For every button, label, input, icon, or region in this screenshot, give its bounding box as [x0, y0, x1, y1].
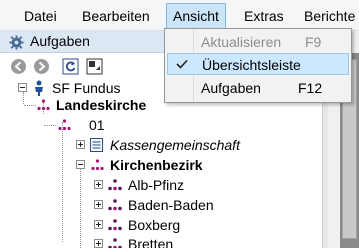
- collapse-toggle[interactable]: [76, 160, 85, 169]
- refresh-icon[interactable]: [62, 58, 79, 75]
- menu-bar: Datei Bearbeiten Ansicht Extras Berichte: [0, 0, 359, 31]
- menu-bearbeiten[interactable]: Bearbeiten: [82, 3, 150, 29]
- tree-line: [24, 105, 36, 106]
- tree-node-label: Kirchenbezirk: [110, 157, 203, 173]
- menu-item-label: Übersichtsleiste: [202, 57, 301, 73]
- group-icon: [108, 179, 122, 191]
- gear-icon: [9, 35, 24, 50]
- menu-item-label: Aktualisieren: [201, 34, 282, 50]
- menu-item-shortcut: F12: [298, 80, 323, 96]
- menu-datei[interactable]: Datei: [24, 3, 57, 29]
- tree-node[interactable]: 01: [0, 115, 320, 135]
- tree-node[interactable]: Boxberg: [0, 215, 320, 235]
- tree-line: [44, 125, 56, 126]
- back-arrow-icon[interactable]: [10, 58, 27, 75]
- tree-node-label: 01: [89, 117, 105, 133]
- checkmark-icon: [176, 59, 188, 69]
- expand-toggle[interactable]: [94, 180, 103, 189]
- menu-extras[interactable]: Extras: [244, 3, 284, 29]
- collapse-toggle[interactable]: [18, 83, 27, 92]
- org-node-icon: [58, 119, 71, 131]
- menu-item-shortcut: F9: [305, 34, 322, 50]
- menu-item-aktualisieren[interactable]: Aktualisieren F9: [167, 31, 349, 53]
- tree-node-label: Kassengemeinschaft: [110, 137, 240, 153]
- menu-berichte[interactable]: Berichte: [304, 3, 355, 29]
- expand-toggle[interactable]: [94, 220, 103, 229]
- document-icon: [90, 138, 103, 152]
- forward-arrow-icon[interactable]: [33, 58, 50, 75]
- org-node-icon: [37, 99, 50, 111]
- tree-node-label: Baden-Baden: [128, 197, 214, 213]
- tree-node[interactable]: Baden-Baden: [0, 195, 320, 215]
- tree-node[interactable]: Kassengemeinschaft: [0, 135, 320, 155]
- group-icon: [108, 219, 122, 231]
- org-node-icon: [91, 159, 104, 171]
- menu-ansicht[interactable]: Ansicht: [166, 3, 226, 29]
- expand-toggle[interactable]: [94, 200, 103, 209]
- menu-item-uebersichtsleiste[interactable]: Übersichtsleiste: [167, 53, 349, 75]
- tree-node-label: Bretten: [128, 236, 174, 248]
- tree-node[interactable]: Alb-Pfinz: [0, 175, 320, 195]
- tree-node-label: Boxberg: [128, 217, 181, 233]
- layout-icon[interactable]: [86, 58, 103, 75]
- pane-title: Aufgaben: [30, 33, 90, 49]
- root-person-icon: [35, 80, 43, 96]
- expand-toggle[interactable]: [76, 140, 85, 149]
- menu-item-label: Aufgaben: [201, 80, 261, 96]
- menu-item-aufgaben[interactable]: Aufgaben F12: [167, 77, 349, 99]
- expand-toggle[interactable]: [94, 239, 103, 248]
- tree-view: SF Fundus Landeskirche 01 Kassengemeinsc…: [0, 78, 322, 248]
- tree-node[interactable]: Bretten: [0, 234, 320, 248]
- group-icon: [108, 199, 122, 211]
- tree-node-label: Alb-Pfinz: [128, 177, 185, 193]
- group-icon: [108, 238, 122, 248]
- ansicht-dropdown-menu: Aktualisieren F9 Übersichtsleiste Aufgab…: [164, 28, 352, 103]
- tree-node-label: Landeskirche: [56, 97, 147, 113]
- tree-node[interactable]: Kirchenbezirk: [0, 155, 320, 175]
